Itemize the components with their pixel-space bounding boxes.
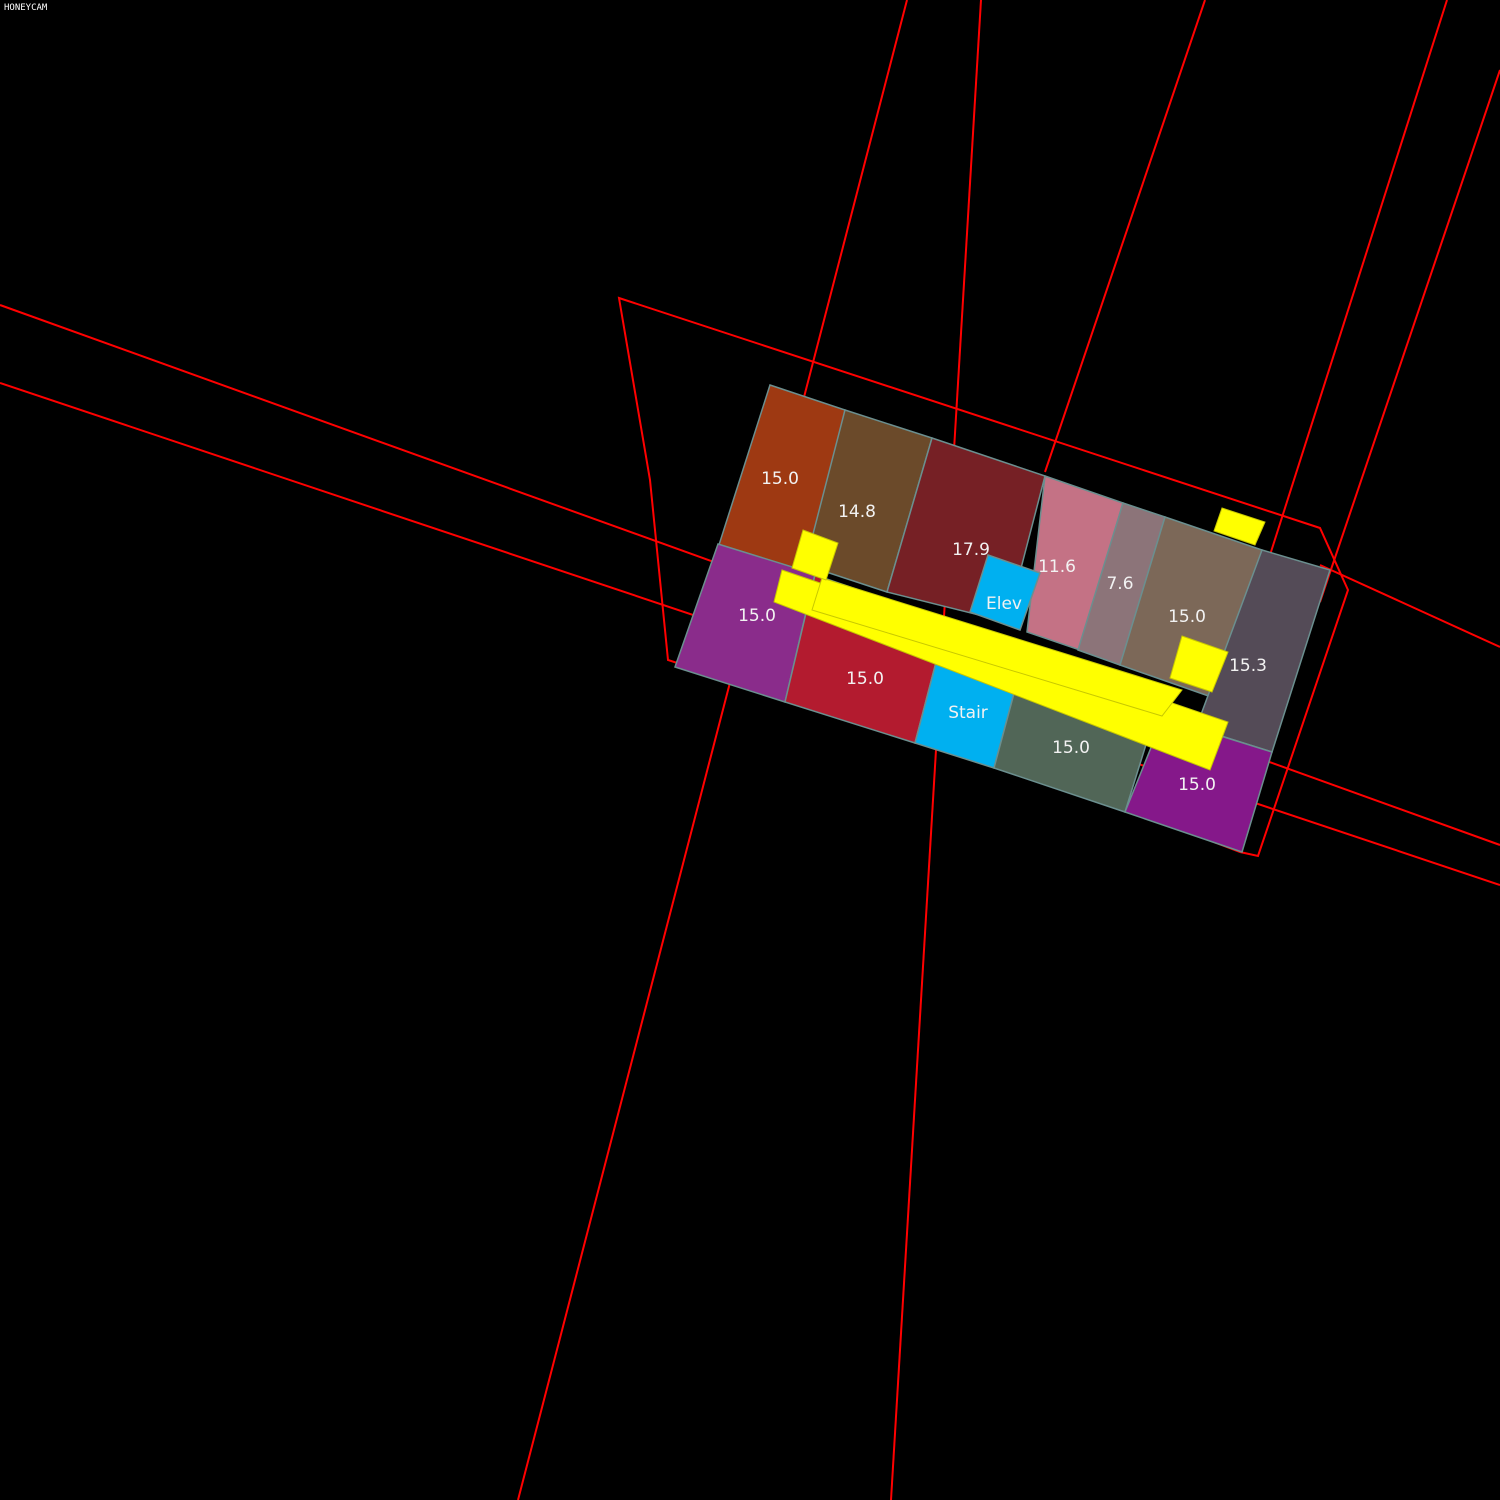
- road-line: [1044, 0, 1206, 473]
- room-label: 17.9: [952, 540, 990, 560]
- room-label: 15.0: [1178, 775, 1216, 795]
- room-label: 14.8: [838, 502, 876, 522]
- road-line: [1319, 69, 1500, 603]
- room-label: 15.0: [1052, 738, 1090, 758]
- site-lines: [0, 0, 1500, 1500]
- room-label: 15.0: [846, 669, 884, 689]
- room-label: Stair: [948, 703, 988, 723]
- road-line: [1269, 0, 1448, 556]
- road-line: [517, 0, 908, 1500]
- room-label: 11.6: [1038, 557, 1076, 577]
- room-label: 15.0: [761, 469, 799, 489]
- room-label: Elev: [986, 594, 1022, 614]
- road-line: [1319, 564, 1500, 648]
- floor-plan-canvas: 15.0 14.8 17.9 11.6 7.6 15.0 15.3 15.0 1…: [0, 0, 1500, 1500]
- room-label: 15.0: [1168, 607, 1206, 627]
- room-label: 7.6: [1106, 574, 1133, 594]
- room-label: 15.0: [738, 606, 776, 626]
- room-label: 15.3: [1229, 656, 1267, 676]
